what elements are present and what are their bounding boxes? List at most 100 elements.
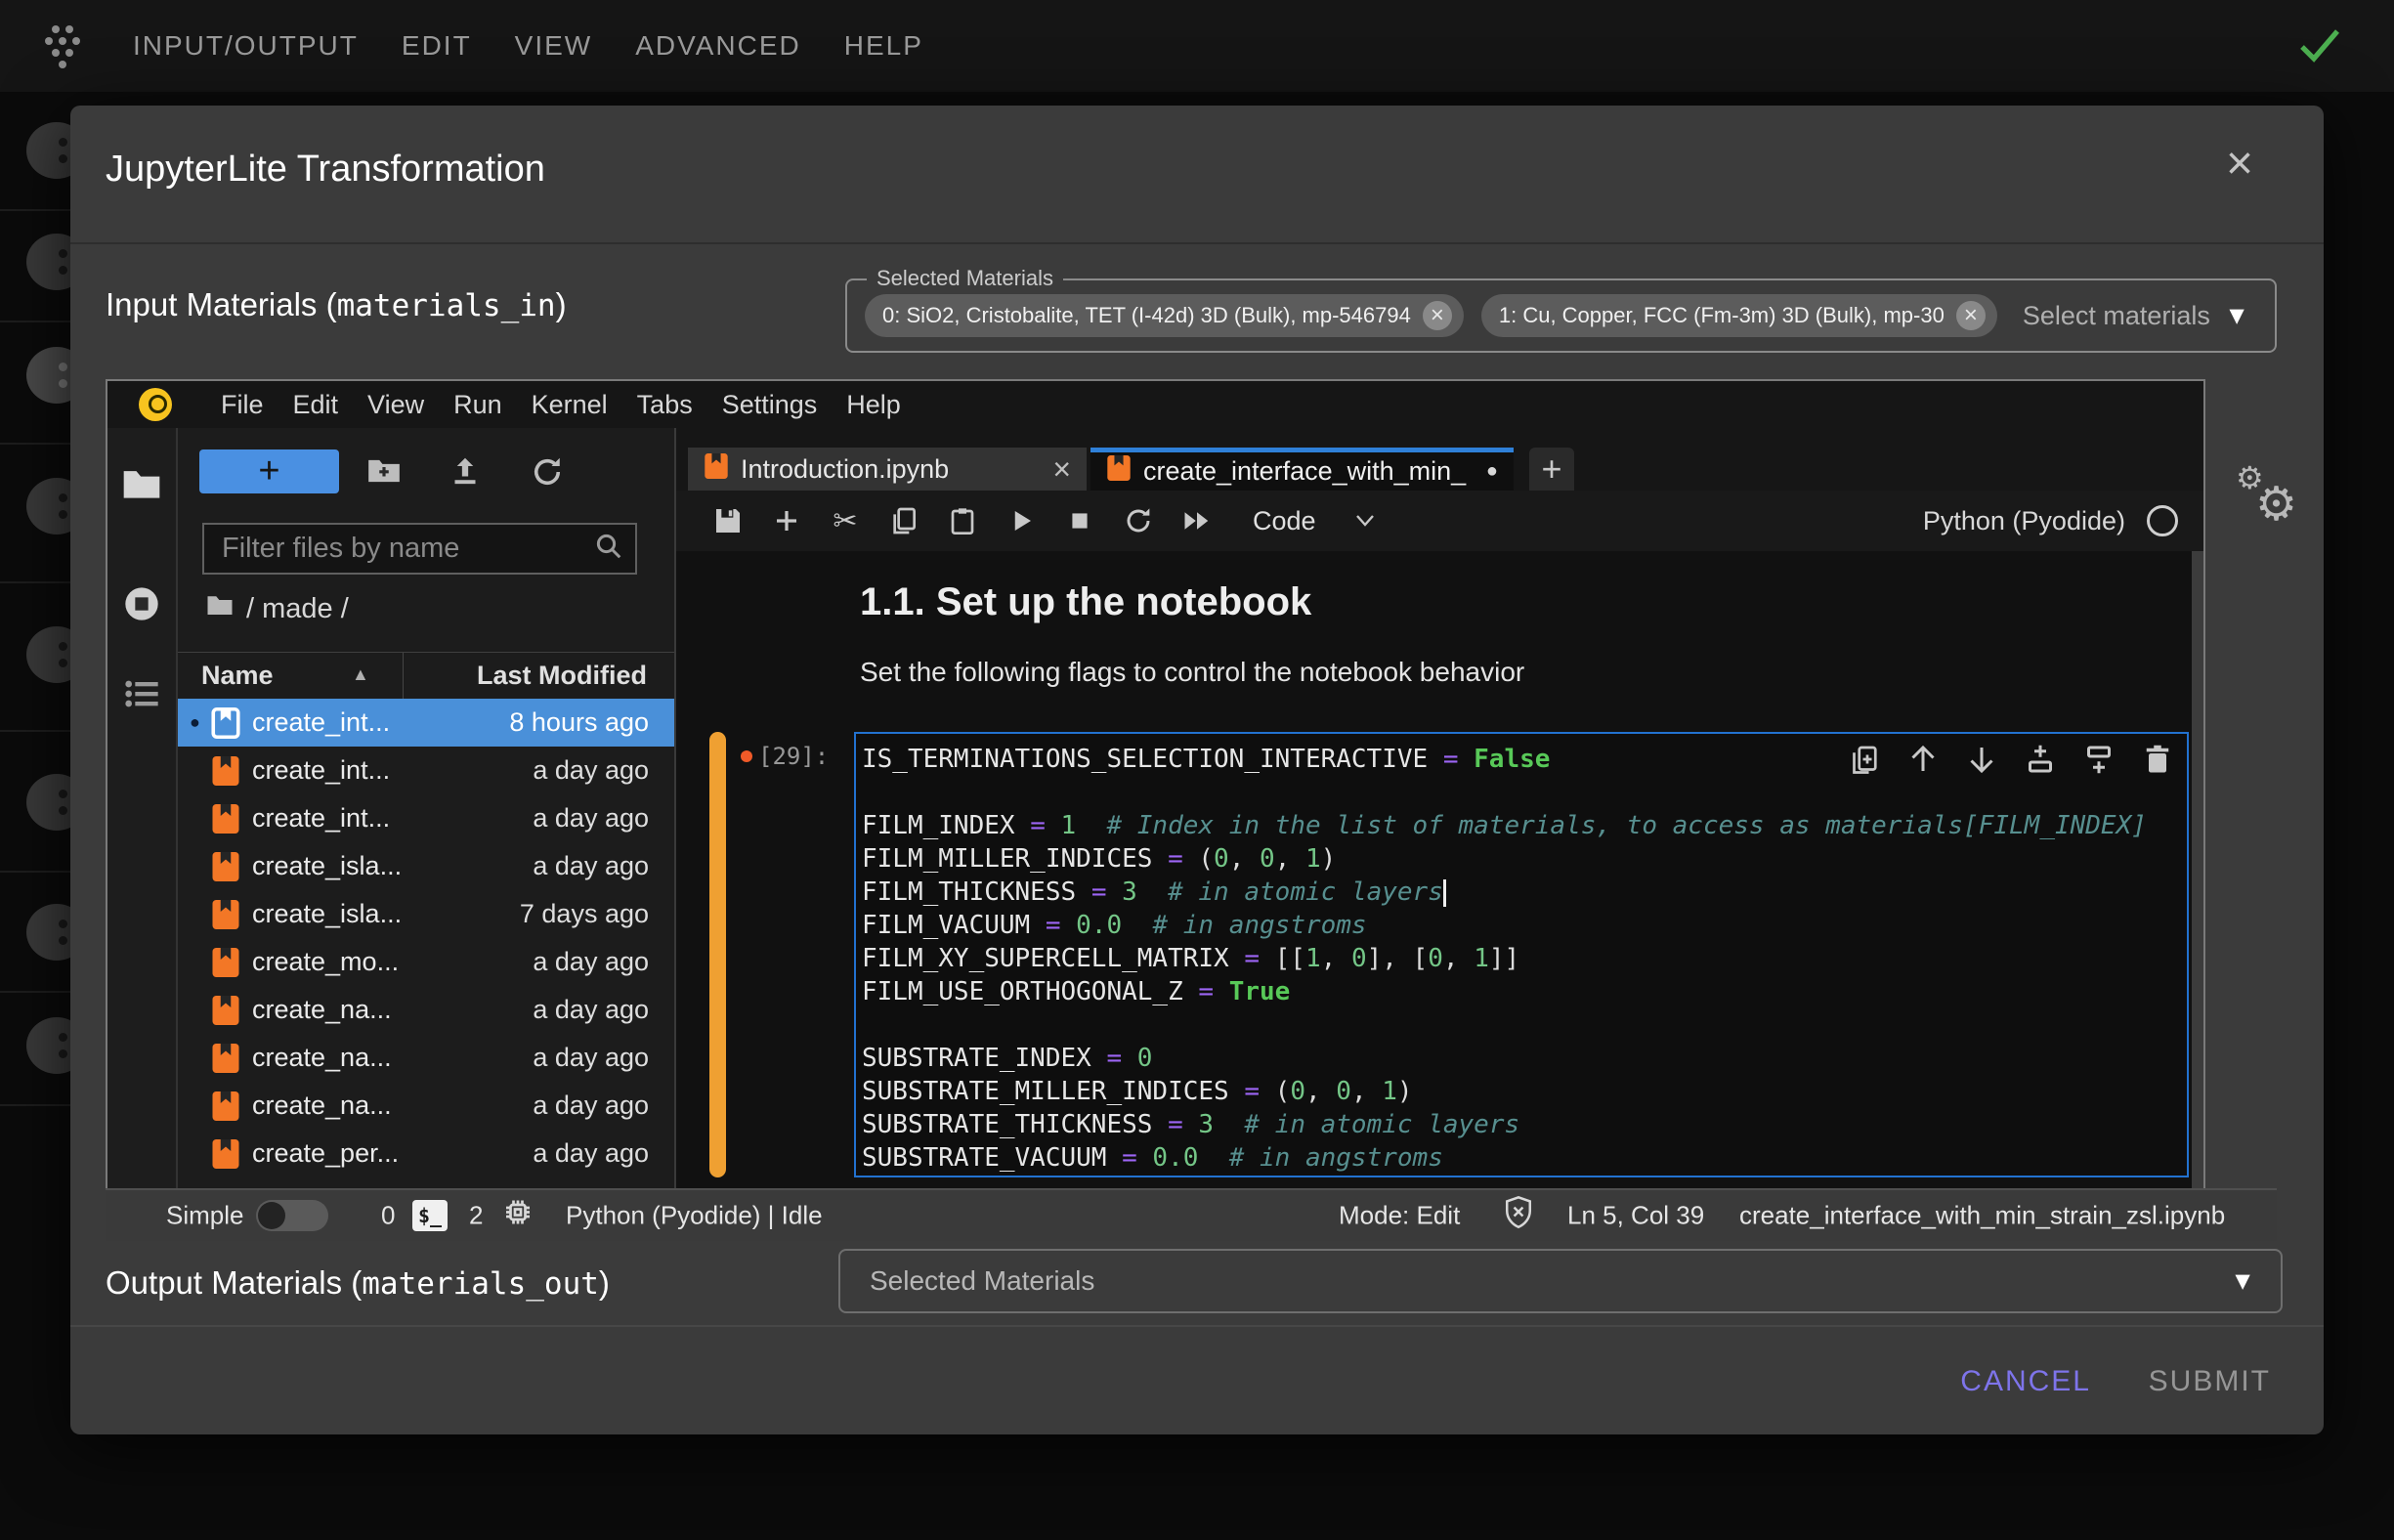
- filter-files-input[interactable]: [220, 532, 594, 566]
- notebook-scrollbar[interactable]: [2192, 551, 2203, 1189]
- code-token: ): [1397, 1077, 1413, 1106]
- top-menu-item[interactable]: INPUT/OUTPUT: [133, 30, 359, 62]
- column-last-modified[interactable]: Last Modified: [477, 661, 647, 691]
- kernel-name[interactable]: Python (Pyodide): [1923, 506, 2125, 536]
- submit-button[interactable]: SUBMIT: [2143, 1364, 2277, 1399]
- insert-cell-below-icon[interactable]: [2081, 742, 2116, 777]
- jupyter-menu-item[interactable]: Edit: [293, 390, 339, 420]
- file-name: create_int...: [252, 755, 533, 786]
- table-of-contents-icon[interactable]: [122, 674, 161, 718]
- material-chip[interactable]: 1: Cu, Copper, FCC (Fm-3m) 3D (Bulk), mp…: [1481, 294, 1997, 337]
- chevron-down-icon[interactable]: ▼: [2224, 301, 2249, 331]
- code-line: [862, 1008, 2187, 1042]
- terminals-count: 0: [381, 1201, 395, 1231]
- jupyter-menu-item[interactable]: File: [221, 390, 264, 420]
- code-token: 0: [1351, 944, 1367, 973]
- restart-run-all-icon[interactable]: [1180, 504, 1214, 537]
- file-row[interactable]: create_isla...a day ago: [178, 842, 674, 890]
- top-menu-item[interactable]: ADVANCED: [635, 30, 801, 62]
- running-kernels-icon[interactable]: [122, 584, 161, 628]
- selected-materials-field[interactable]: Selected Materials 0: SiO2, Cristobalite…: [845, 278, 2277, 353]
- file-row[interactable]: create_per...a day ago: [178, 1130, 674, 1177]
- file-row[interactable]: create_int...a day ago: [178, 747, 674, 794]
- tab-introduction[interactable]: Introduction.ipynb ×: [688, 448, 1087, 491]
- file-name: create_int...: [252, 803, 533, 834]
- file-row[interactable]: ●create_int...8 hours ago: [178, 699, 674, 747]
- simple-mode-toggle[interactable]: [256, 1200, 328, 1231]
- file-browser-icon[interactable]: [120, 465, 163, 507]
- file-row[interactable]: create_int...a day ago: [178, 794, 674, 842]
- move-cell-up-icon[interactable]: [1905, 742, 1941, 777]
- top-menu-item[interactable]: EDIT: [402, 30, 472, 62]
- file-row[interactable]: create_isla...7 days ago: [178, 890, 674, 938]
- sort-asc-icon[interactable]: ▲: [352, 664, 369, 685]
- breadcrumb[interactable]: / made /: [205, 592, 349, 625]
- paste-icon[interactable]: [946, 504, 979, 537]
- cancel-button[interactable]: CANCEL: [1954, 1364, 2097, 1399]
- code-token: 0: [1260, 844, 1275, 874]
- refresh-icon[interactable]: [530, 454, 565, 494]
- cell-type-dropdown[interactable]: Code: [1253, 506, 1377, 536]
- code-token: 3: [1198, 1110, 1214, 1139]
- top-menu-item[interactable]: HELP: [844, 30, 923, 62]
- add-cell-icon[interactable]: [770, 504, 803, 537]
- code-token: FILM_MILLER_INDICES: [862, 844, 1168, 874]
- kernel-status-text[interactable]: Python (Pyodide) | Idle: [566, 1201, 823, 1231]
- code-token: =: [1106, 1044, 1136, 1073]
- copy-icon[interactable]: [887, 504, 920, 537]
- chip-remove-icon[interactable]: ×: [1423, 301, 1452, 330]
- new-folder-icon[interactable]: [365, 454, 403, 492]
- jupyter-menu-item[interactable]: View: [367, 390, 424, 420]
- run-icon[interactable]: [1005, 504, 1038, 537]
- jupyter-menu-item[interactable]: Help: [846, 390, 901, 420]
- apps-grid-icon[interactable]: [37, 21, 88, 75]
- material-chip[interactable]: 0: SiO2, Cristobalite, TET (I-42d) 3D (B…: [865, 294, 1464, 337]
- jupyter-menu-item[interactable]: Tabs: [637, 390, 693, 420]
- move-cell-down-icon[interactable]: [1964, 742, 1999, 777]
- trust-shield-icon[interactable]: [1502, 1195, 1535, 1237]
- code-token: [1076, 811, 1106, 840]
- code-editor[interactable]: IS_TERMINATIONS_SELECTION_INTERACTIVE = …: [856, 734, 2187, 1176]
- code-line: SUBSTRATE_THICKNESS = 3 # in atomic laye…: [862, 1108, 2187, 1141]
- top-menu-item[interactable]: VIEW: [515, 30, 593, 62]
- cell-collapser[interactable]: [709, 732, 726, 1177]
- tab-create-interface[interactable]: create_interface_with_min_ ●: [1090, 448, 1514, 491]
- upload-icon[interactable]: [448, 454, 483, 494]
- file-row[interactable]: create_na...a day ago: [178, 986, 674, 1034]
- file-row[interactable]: create_na...a day ago: [178, 1082, 674, 1130]
- new-launcher-button[interactable]: +: [199, 449, 339, 493]
- jupyter-menu-item[interactable]: Run: [453, 390, 502, 420]
- jupyter-menu-item[interactable]: Settings: [722, 390, 818, 420]
- delete-cell-icon[interactable]: [2140, 742, 2175, 777]
- code-token: ,: [1443, 944, 1474, 973]
- new-tab-button[interactable]: +: [1529, 448, 1574, 491]
- jupyter-menu-item[interactable]: Kernel: [532, 390, 608, 420]
- file-row[interactable]: create_na...a day ago: [178, 1034, 674, 1082]
- code-token: =: [1091, 877, 1122, 907]
- cut-icon[interactable]: ✂: [829, 504, 862, 537]
- kernel-chip-icon[interactable]: [500, 1195, 535, 1237]
- notebook-icon: [211, 994, 252, 1027]
- markdown-heading: 1.1. Set up the notebook: [860, 580, 1311, 624]
- duplicate-cell-icon[interactable]: [1847, 742, 1882, 777]
- terminal-icon[interactable]: $_: [412, 1200, 448, 1231]
- chevron-down-icon: [1353, 513, 1377, 529]
- chip-remove-icon[interactable]: ×: [1956, 301, 1986, 330]
- tab-close-icon[interactable]: ×: [1052, 453, 1071, 485]
- notebook-icon: [211, 1137, 252, 1171]
- column-name[interactable]: Name: [201, 661, 274, 691]
- restart-kernel-icon[interactable]: [1122, 504, 1155, 537]
- output-materials-dropdown[interactable]: Selected Materials ▼: [838, 1249, 2283, 1313]
- insert-cell-above-icon[interactable]: [2023, 742, 2058, 777]
- check-icon[interactable]: [2296, 23, 2343, 71]
- file-name: create_per...: [252, 1138, 533, 1169]
- code-token: 3: [1122, 877, 1137, 907]
- stop-icon[interactable]: [1063, 504, 1096, 537]
- kernel-status-icon[interactable]: [2147, 505, 2178, 536]
- close-icon[interactable]: ×: [2226, 141, 2253, 188]
- cursor-position[interactable]: Ln 5, Col 39: [1567, 1201, 1704, 1231]
- save-icon[interactable]: [711, 504, 745, 537]
- activity-bar: [107, 428, 178, 1189]
- file-row[interactable]: create_mo...a day ago: [178, 938, 674, 986]
- material-chip-label: 0: SiO2, Cristobalite, TET (I-42d) 3D (B…: [882, 303, 1411, 328]
